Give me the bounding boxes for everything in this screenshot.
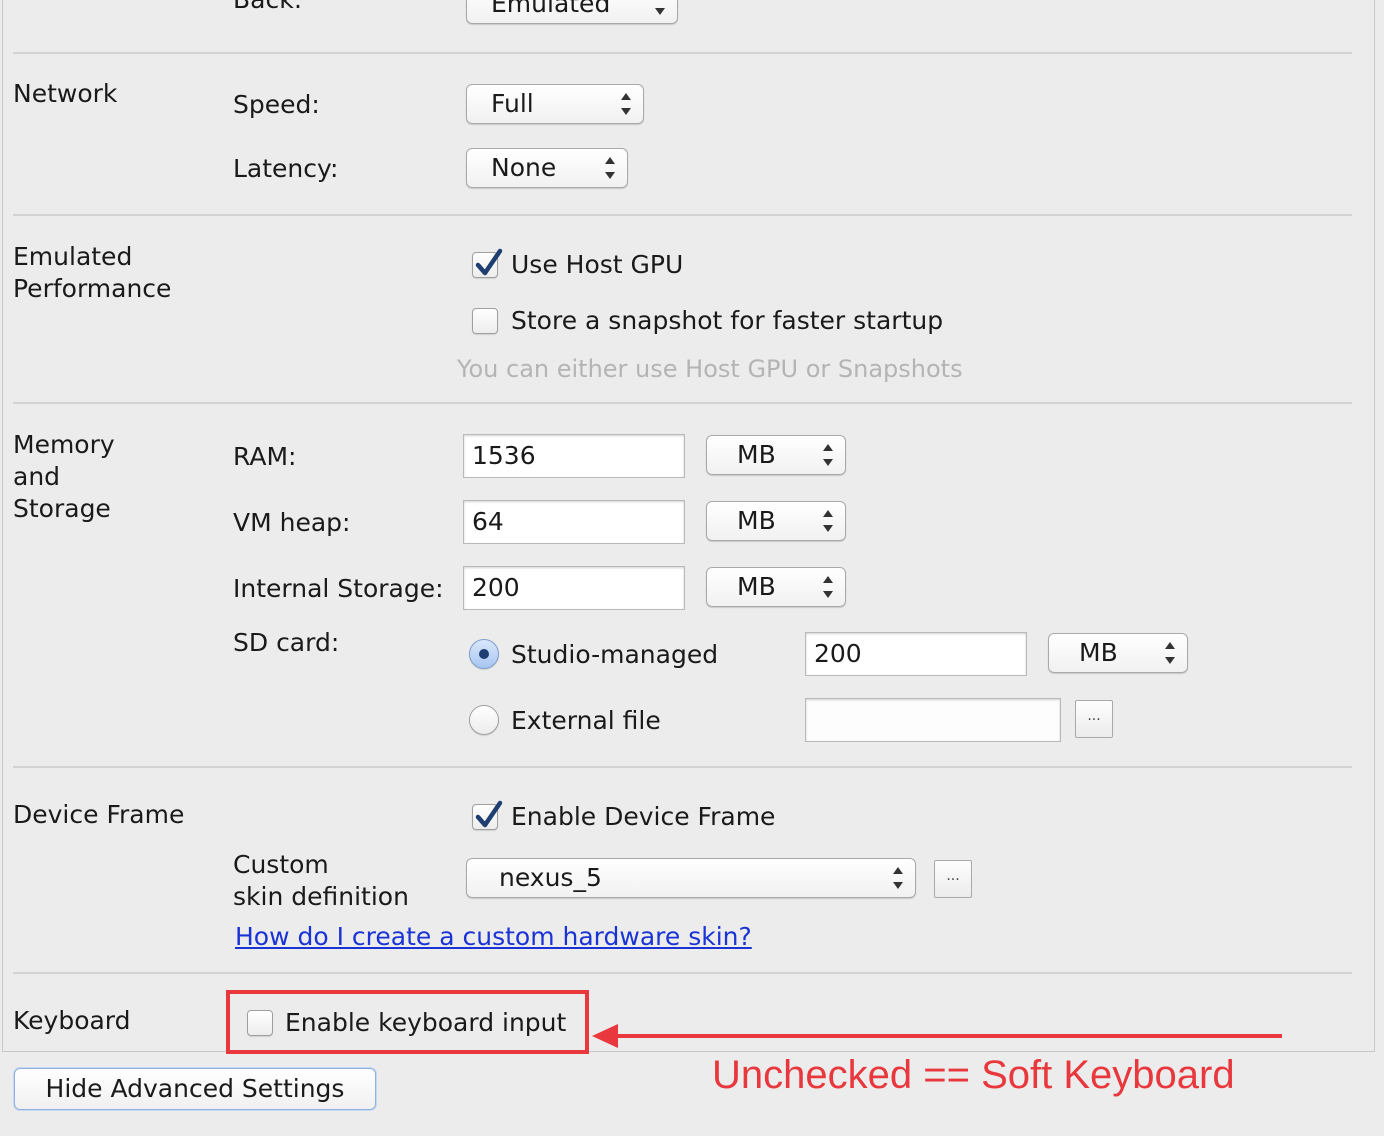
select-arrows-icon	[823, 444, 833, 466]
section-performance-line2: Performance	[13, 274, 172, 303]
select-arrows-icon	[823, 576, 833, 598]
select-arrows-icon	[893, 867, 903, 889]
internal-storage-unit-value: MB	[737, 572, 776, 601]
divider	[13, 214, 1352, 216]
checkmark-icon	[475, 248, 503, 276]
section-memory-line1: Memory	[13, 430, 115, 459]
ram-unit-value: MB	[737, 440, 776, 469]
divider	[13, 52, 1352, 54]
section-memory-line2: and	[13, 462, 61, 491]
annotation-text: Unchecked == Soft Keyboard	[712, 1053, 1235, 1097]
skin-select[interactable]: nexus_5	[466, 858, 916, 898]
enable-device-frame-label: Enable Device Frame	[511, 802, 776, 831]
use-host-gpu-checkbox[interactable]	[472, 248, 503, 278]
vm-heap-unit-value: MB	[737, 506, 776, 535]
divider	[13, 766, 1352, 768]
sd-card-unit-select[interactable]: MB	[1048, 633, 1188, 673]
enable-device-frame-checkbox[interactable]	[472, 800, 503, 830]
latency-select-value: None	[491, 153, 557, 182]
checkmark-icon	[475, 800, 503, 828]
snapshot-checkbox[interactable]	[472, 308, 498, 334]
annotation-highlight-box	[226, 990, 589, 1054]
select-arrows-icon	[605, 157, 615, 179]
custom-skin-label-line2: skin definition	[233, 882, 409, 911]
radio-dot-icon	[479, 649, 489, 659]
studio-managed-radio[interactable]	[469, 639, 499, 669]
internal-storage-label: Internal Storage:	[233, 574, 444, 603]
speed-select[interactable]: Full	[466, 84, 644, 124]
sd-card-label: SD card:	[233, 628, 340, 657]
divider	[13, 972, 1352, 974]
latency-select[interactable]: None	[466, 148, 628, 188]
sd-card-size-input[interactable]: 200	[805, 632, 1027, 676]
custom-skin-help-link[interactable]: How do I create a custom hardware skin?	[235, 921, 752, 953]
vm-heap-unit-select[interactable]: MB	[706, 501, 846, 541]
internal-storage-unit-select[interactable]: MB	[706, 567, 846, 607]
ram-unit-select[interactable]: MB	[706, 435, 846, 475]
annotation-arrow-icon	[592, 1024, 1282, 1048]
snapshot-label: Store a snapshot for faster startup	[511, 306, 944, 335]
ram-input[interactable]: 1536	[463, 434, 685, 478]
external-file-input[interactable]	[805, 698, 1061, 742]
internal-storage-input[interactable]: 200	[463, 566, 685, 610]
studio-managed-label: Studio-managed	[511, 640, 719, 669]
vm-heap-input[interactable]: 64	[463, 500, 685, 544]
back-label: Back:	[233, 0, 302, 16]
divider	[13, 402, 1352, 404]
ram-label: RAM:	[233, 442, 297, 471]
select-arrows-icon	[1165, 642, 1175, 664]
section-network: Network	[13, 79, 118, 108]
select-arrows-icon	[823, 510, 833, 532]
speed-label: Speed:	[233, 90, 320, 119]
external-file-radio[interactable]	[469, 705, 499, 735]
back-select-value: Emulated	[491, 0, 611, 18]
external-file-label: External file	[511, 706, 661, 735]
skin-browse-button[interactable]: ...	[934, 860, 972, 898]
gpu-snapshot-hint: You can either use Host GPU or Snapshots	[457, 355, 963, 383]
select-arrows-icon	[655, 0, 665, 15]
section-memory-line3: Storage	[13, 494, 111, 523]
section-performance-line1: Emulated	[13, 242, 133, 271]
select-arrows-icon	[621, 93, 631, 115]
use-host-gpu-label: Use Host GPU	[511, 250, 684, 279]
advanced-settings-panel: Back: Emulated Network Speed: Full Laten…	[2, 0, 1375, 1052]
skin-select-value: nexus_5	[499, 863, 602, 892]
section-keyboard: Keyboard	[13, 1006, 131, 1035]
custom-skin-label-line1: Custom	[233, 850, 329, 879]
external-file-browse-button[interactable]: ...	[1075, 700, 1113, 738]
section-device-frame: Device Frame	[13, 800, 185, 829]
back-select[interactable]: Emulated	[466, 0, 678, 24]
hide-advanced-settings-button[interactable]: Hide Advanced Settings	[14, 1068, 376, 1110]
latency-label: Latency:	[233, 154, 339, 183]
speed-select-value: Full	[491, 89, 534, 118]
vm-heap-label: VM heap:	[233, 508, 351, 537]
sd-card-unit-value: MB	[1079, 638, 1118, 667]
